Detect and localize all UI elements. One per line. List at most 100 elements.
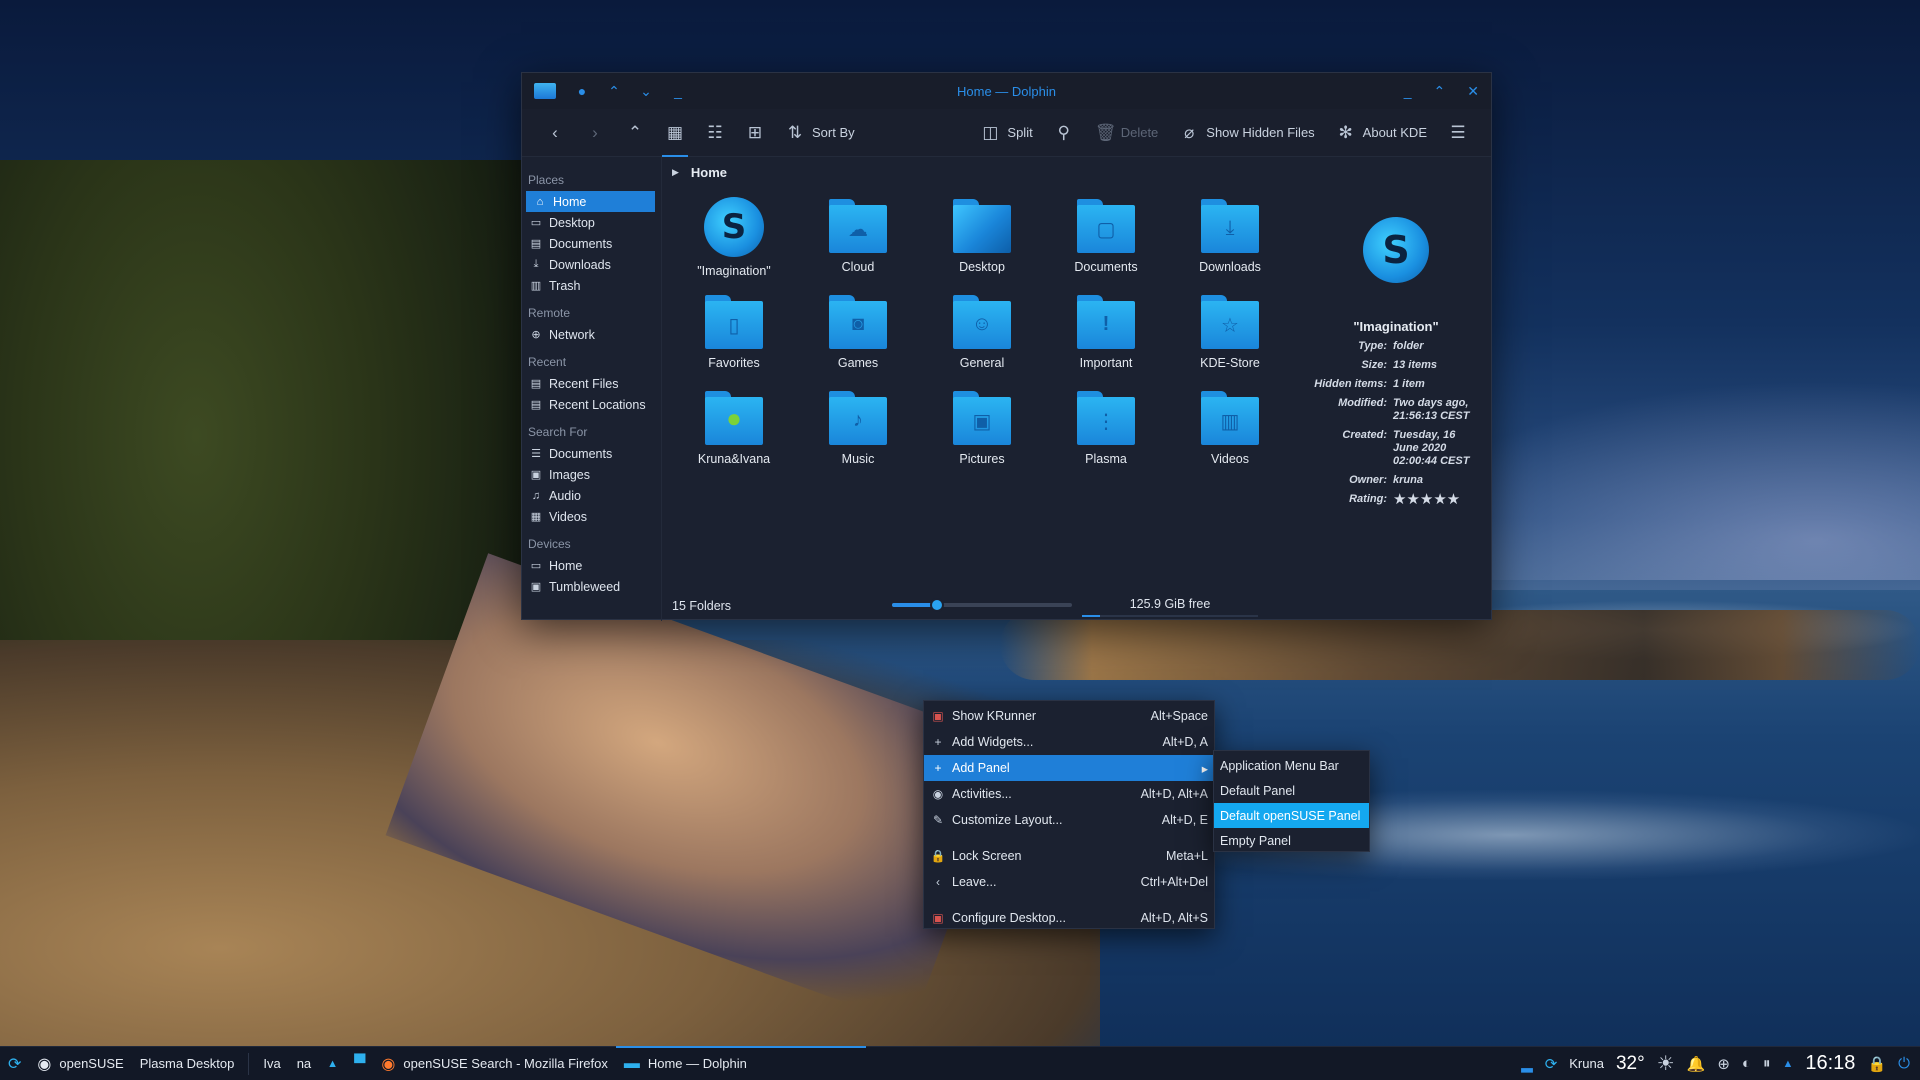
forward-button[interactable]: › [578,115,612,151]
virtual-desktop-2[interactable]: na [289,1047,319,1080]
file-item-favorites[interactable]: ▯ Favorites [672,293,796,377]
sidebar-item-recent-files[interactable]: ▤ Recent Files [522,373,661,394]
dolphin-window[interactable]: ● ⌃ ⌄ _ Home — Dolphin _ ⌃ ✕ ‹ › ⌃ ▦ ☷ ⊞… [521,72,1492,621]
menu-item-add-widgets[interactable]: + Add Widgets... Alt+D, A [924,729,1214,755]
menu-item-customize-layout[interactable]: ✎ Customize Layout... Alt+D, E [924,807,1214,833]
image-icon: ▣ [530,469,542,481]
sidebar-item-device-home[interactable]: ▭ Home [522,555,661,576]
pager-widget[interactable]: ▀ [346,1047,373,1080]
file-item-music[interactable]: ♪ Music [796,389,920,473]
details-view-button[interactable]: ⊞ [738,115,772,151]
menu-item-lock-screen[interactable]: 🔒 Lock Screen Meta+L [924,843,1214,869]
sidebar-item-search-videos[interactable]: ▦ Videos [522,506,661,527]
update-icon[interactable]: ⊕ [1717,1055,1730,1073]
task-dolphin[interactable]: ▬ Home — Dolphin [615,1045,866,1080]
file-item-label: Pictures [959,452,1005,466]
sidebar-item-label: Home [553,194,587,209]
sidebar-item-home[interactable]: ⌂ Home [526,191,655,212]
task-firefox[interactable]: ◉ openSUSE Search - Mozilla Firefox [373,1047,615,1080]
keep-below-icon[interactable]: ⌄ [640,83,652,100]
rating-stars[interactable]: ★★★★★ [1393,492,1481,507]
activity-switcher[interactable]: ◉ openSUSE [29,1047,131,1080]
minimize-icon[interactable]: _ [1404,83,1412,100]
file-item-desktop[interactable]: Desktop [920,197,1044,281]
tray-widget-icon[interactable]: ▂ [1521,1055,1533,1073]
virtual-desktop-1[interactable]: Iva [255,1047,288,1080]
menu-item-show-krunner[interactable]: ▣ Show KRunner Alt+Space [924,703,1214,729]
file-item-important[interactable]: ! Important [1044,293,1168,377]
desktop-label-widget[interactable]: Plasma Desktop [132,1047,243,1080]
icons-view-button[interactable]: ▦ [658,115,692,157]
file-item-pictures[interactable]: ▣ Pictures [920,389,1044,473]
keep-above-icon[interactable]: ⌃ [608,83,620,100]
submenu-item-application-menu-bar[interactable]: Application Menu Bar [1214,753,1369,778]
file-item-label: Games [837,356,879,370]
night-color-icon[interactable]: ◐ [1742,1055,1751,1072]
compact-view-button[interactable]: ☷ [698,115,732,151]
application-launcher[interactable]: ⟳ [0,1047,29,1080]
menu-item-add-panel[interactable]: + Add Panel ▸ [924,755,1214,781]
submenu-item-default-opensuse-panel[interactable]: Default openSUSE Panel [1214,803,1369,828]
digital-clock[interactable]: 16:18 [1805,1052,1855,1075]
file-item-documents[interactable]: ▢ Documents [1044,197,1168,281]
sidebar-item-search-documents[interactable]: ☰ Documents [522,443,661,464]
back-button[interactable]: ‹ [538,115,572,151]
zoom-slider[interactable] [892,598,1072,612]
sidebar-item-desktop[interactable]: ▭ Desktop [522,212,661,233]
file-item-imagination[interactable]: S "Imagination" [672,197,796,281]
hamburger-menu-button[interactable]: ☰ [1441,115,1475,151]
close-icon[interactable]: ✕ [1467,83,1479,100]
tray-expand-icon[interactable]: ▲ [1782,1058,1793,1070]
recent-files-icon: ▤ [530,378,542,390]
menu-item-configure-desktop[interactable]: ▣ Configure Desktop... Alt+D, Alt+S [924,905,1214,931]
maximize-icon[interactable]: ⌃ [1434,83,1446,100]
sidebar-item-device-tumbleweed[interactable]: ▣ Tumbleweed [522,576,661,597]
sidebar-item-trash[interactable]: ▥ Trash [522,275,661,296]
sidebar-item-search-audio[interactable]: ♫ Audio [522,485,661,506]
breadcrumb-home[interactable]: Home [691,165,727,180]
search-button[interactable]: ⚲ [1047,115,1081,151]
file-item-general[interactable]: ☺ General [920,293,1044,377]
pin-icon[interactable]: ● [576,83,588,99]
user-switcher-icon[interactable]: ⟳ [1545,1055,1558,1073]
title-bar[interactable]: ● ⌃ ⌄ _ Home — Dolphin _ ⌃ ✕ [522,73,1491,109]
notification-bell-icon[interactable]: 🔔 [1687,1055,1706,1073]
file-item-cloud[interactable]: ☁ Cloud [796,197,920,281]
file-item-kruna-ivana[interactable]: ● Kruna&Ivana [672,389,796,473]
file-item-videos[interactable]: ▥ Videos [1168,389,1292,473]
user-name[interactable]: Kruna [1569,1056,1604,1071]
submenu-item-empty-panel[interactable]: Empty Panel [1214,828,1369,853]
up-button[interactable]: ⌃ [618,115,652,151]
file-item-plasma[interactable]: ⋮ Plasma [1044,389,1168,473]
submenu-item-default-panel[interactable]: Default Panel [1214,778,1369,803]
free-space-indicator[interactable]: 125.9 GiB free [1082,591,1258,621]
media-pause-icon[interactable]: ⏸ [1763,1055,1771,1072]
power-icon[interactable]: ⏻ [1898,1055,1910,1072]
show-desktop-button[interactable]: ▲ [319,1047,346,1080]
details-view-icon: ⊞ [747,122,763,142]
split-button[interactable]: ◫ Split [973,115,1040,151]
lock-screen-icon[interactable]: 🔒 [1867,1055,1886,1073]
sidebar-item-search-images[interactable]: ▣ Images [522,464,661,485]
delete-button[interactable]: 🗑 Delete [1087,115,1167,151]
zoom-slider-handle[interactable] [930,598,944,612]
file-view[interactable]: ▶ Home S "Imagination" ☁ Cloud Desktop ▢ [662,157,1491,621]
weather-sun-icon[interactable]: ☀ [1657,1051,1675,1076]
show-hidden-files-button[interactable]: ⌀ Show Hidden Files [1172,115,1322,151]
back-icon: ‹ [552,122,558,142]
sidebar-item-recent-locations[interactable]: ▤ Recent Locations [522,394,661,415]
sidebar-item-network[interactable]: ⊕ Network [522,324,661,345]
breadcrumb-arrow-icon[interactable]: ▶ [672,167,679,178]
menu-item-activities[interactable]: ◉ Activities... Alt+D, Alt+A [924,781,1214,807]
menu-item-leave[interactable]: ‹ Leave... Ctrl+Alt+Del [924,869,1214,895]
file-item-downloads[interactable]: ⤓ Downloads [1168,197,1292,281]
sort-by-button[interactable]: ⇅ Sort By [778,115,863,151]
dolphin-app-icon[interactable] [534,83,556,99]
file-item-games[interactable]: ◙ Games [796,293,920,377]
about-kde-button[interactable]: ✻ About KDE [1329,115,1435,151]
shade-icon[interactable]: _ [672,83,684,99]
weather-temperature[interactable]: 32° [1616,1053,1645,1075]
sidebar-item-documents[interactable]: ▤ Documents [522,233,661,254]
file-item-kde-store[interactable]: ☆ KDE-Store [1168,293,1292,377]
sidebar-item-downloads[interactable]: ⤓ Downloads [522,254,661,275]
